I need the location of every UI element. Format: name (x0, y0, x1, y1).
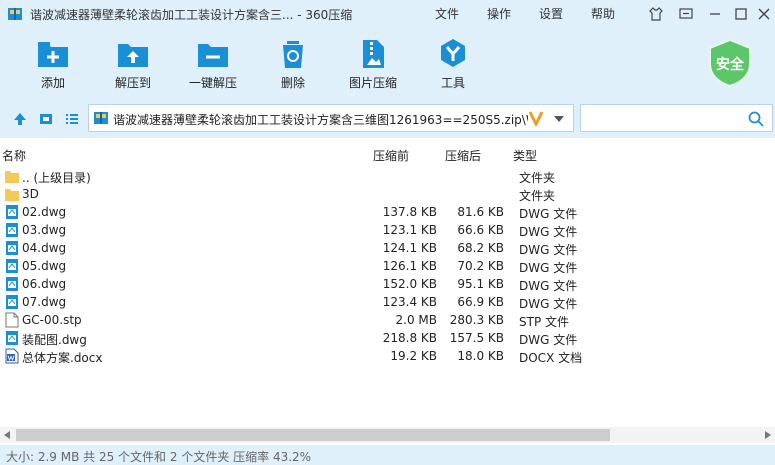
dwg-file-icon (6, 331, 18, 345)
dwg-file-icon (6, 241, 18, 255)
list-item[interactable]: 06.dwg 152.0 KB 95.1 KB DWG 文件 (0, 275, 775, 293)
list-item[interactable]: 02.dwg 137.8 KB 81.6 KB DWG 文件 (0, 203, 775, 221)
one-click-extract-icon (198, 44, 228, 67)
window-title: 谐波减速器薄壁柔轮滚齿加工工装设计方案含三... - 360压缩 (30, 8, 353, 22)
security-shield[interactable]: 安全 (706, 38, 754, 88)
menu-file[interactable]: 文件 (435, 5, 459, 22)
status-bar: 大小: 2.9 MB 共 25 个文件和 2 个文件夹 压缩率 43.2% (0, 445, 775, 465)
image-compress-button[interactable]: 图片压缩 (335, 38, 411, 91)
scroll-right-icon[interactable] (765, 431, 771, 439)
delete-button[interactable]: 删除 (255, 38, 331, 91)
dwg-file-icon (6, 277, 18, 291)
app-logo-icon (8, 8, 22, 20)
column-type[interactable]: 类型 (513, 147, 537, 164)
menu-operation[interactable]: 操作 (487, 5, 511, 22)
column-name[interactable]: 名称 (2, 147, 26, 164)
tools-button[interactable]: 工具 (415, 38, 491, 91)
title-bar: 谐波减速器薄壁柔轮滚齿加工工装设计方案含三... - 360压缩 文件 操作 设… (0, 0, 775, 28)
extract-to-label: 解压到 (114, 76, 151, 90)
status-text: 大小: 2.9 MB 共 25 个文件和 2 个文件夹 压缩率 43.2% (6, 450, 312, 464)
generic-file-icon (5, 312, 19, 328)
one-click-extract-label: 一键解压 (188, 76, 237, 90)
image-compress-icon (363, 40, 384, 68)
scrollbar-thumb[interactable] (16, 429, 610, 441)
path-dropdown-icon[interactable] (554, 116, 564, 122)
minimize-icon[interactable] (707, 6, 723, 22)
add-icon (38, 42, 68, 67)
search-box[interactable] (580, 104, 773, 132)
toolbar: 添加 解压到 一键解压 删除 图片压缩 工具 (0, 28, 775, 100)
archive-path: 谐波减速器薄壁柔轮滚齿加工工装设计方案含三维图1261963==250S5.zi… (113, 113, 528, 127)
folder-icon (5, 189, 19, 201)
dwg-file-icon (6, 259, 18, 273)
maximize-icon[interactable] (733, 6, 749, 22)
list-item[interactable]: 04.dwg 124.1 KB 68.2 KB DWG 文件 (0, 239, 775, 257)
docx-file-icon (5, 348, 19, 364)
file-list-header: 名称 压缩前 压缩后 类型 (0, 145, 775, 163)
extract-to-button[interactable]: 解压到 (95, 38, 171, 91)
add-button[interactable]: 添加 (15, 38, 91, 91)
delete-label: 删除 (280, 76, 305, 90)
image-compress-label: 图片压缩 (348, 76, 397, 90)
horizontal-scrollbar[interactable] (0, 427, 775, 443)
file-list: .. (上级目录) 文件夹 3D 文件夹 02.dwg 137.8 KB 81.… (0, 167, 775, 365)
list-item[interactable]: 03.dwg 123.1 KB 66.6 KB DWG 文件 (0, 221, 775, 239)
tools-label: 工具 (440, 76, 465, 90)
list-item[interactable]: 07.dwg 123.4 KB 66.9 KB DWG 文件 (0, 293, 775, 311)
extract-to-icon (118, 44, 148, 67)
list-item[interactable]: .. (上级目录) 文件夹 (0, 167, 775, 185)
tools-icon (441, 39, 465, 67)
column-original[interactable]: 压缩后 (445, 147, 481, 164)
column-compressed[interactable]: 压缩前 (373, 147, 409, 164)
menu-help[interactable]: 帮助 (591, 5, 615, 22)
list-item[interactable]: 装配图.dwg 218.8 KB 157.5 KB DWG 文件 (0, 329, 775, 347)
dwg-file-icon (6, 205, 18, 219)
security-badge-text: 安全 (716, 56, 745, 73)
dwg-file-icon (6, 295, 18, 309)
zip-archive-icon (94, 112, 108, 124)
shield-icon: 安全 (709, 38, 751, 88)
address-bar[interactable]: 谐波减速器薄壁柔轮滚齿加工工装设计方案含三维图1261963==250S5.zi… (88, 104, 574, 132)
dwg-file-icon (6, 223, 18, 237)
list-item[interactable]: 总体方案.docx 19.2 KB 18.0 KB DOCX 文档 (0, 347, 775, 365)
feedback-icon[interactable] (678, 6, 694, 22)
chevron-mark-icon (529, 111, 543, 126)
close-icon[interactable] (756, 6, 772, 22)
folder-icon (5, 171, 19, 183)
add-label: 添加 (40, 76, 65, 90)
list-item[interactable]: GC-00.stp 2.0 MB 280.3 KB STP 文件 (0, 311, 775, 329)
up-arrow-icon[interactable] (12, 111, 28, 127)
list-view-icon[interactable] (64, 111, 80, 127)
search-icon[interactable] (748, 111, 764, 127)
list-item[interactable]: 3D 文件夹 (0, 185, 775, 203)
recycle-bin-icon (283, 41, 303, 68)
thumbnail-view-icon[interactable] (38, 111, 54, 127)
skin-icon[interactable] (648, 6, 664, 22)
scroll-left-icon[interactable] (4, 431, 10, 439)
list-item[interactable]: 05.dwg 126.1 KB 70.2 KB DWG 文件 (0, 257, 775, 275)
one-click-extract-button[interactable]: 一键解压 (175, 38, 251, 91)
menu-settings[interactable]: 设置 (539, 5, 563, 22)
